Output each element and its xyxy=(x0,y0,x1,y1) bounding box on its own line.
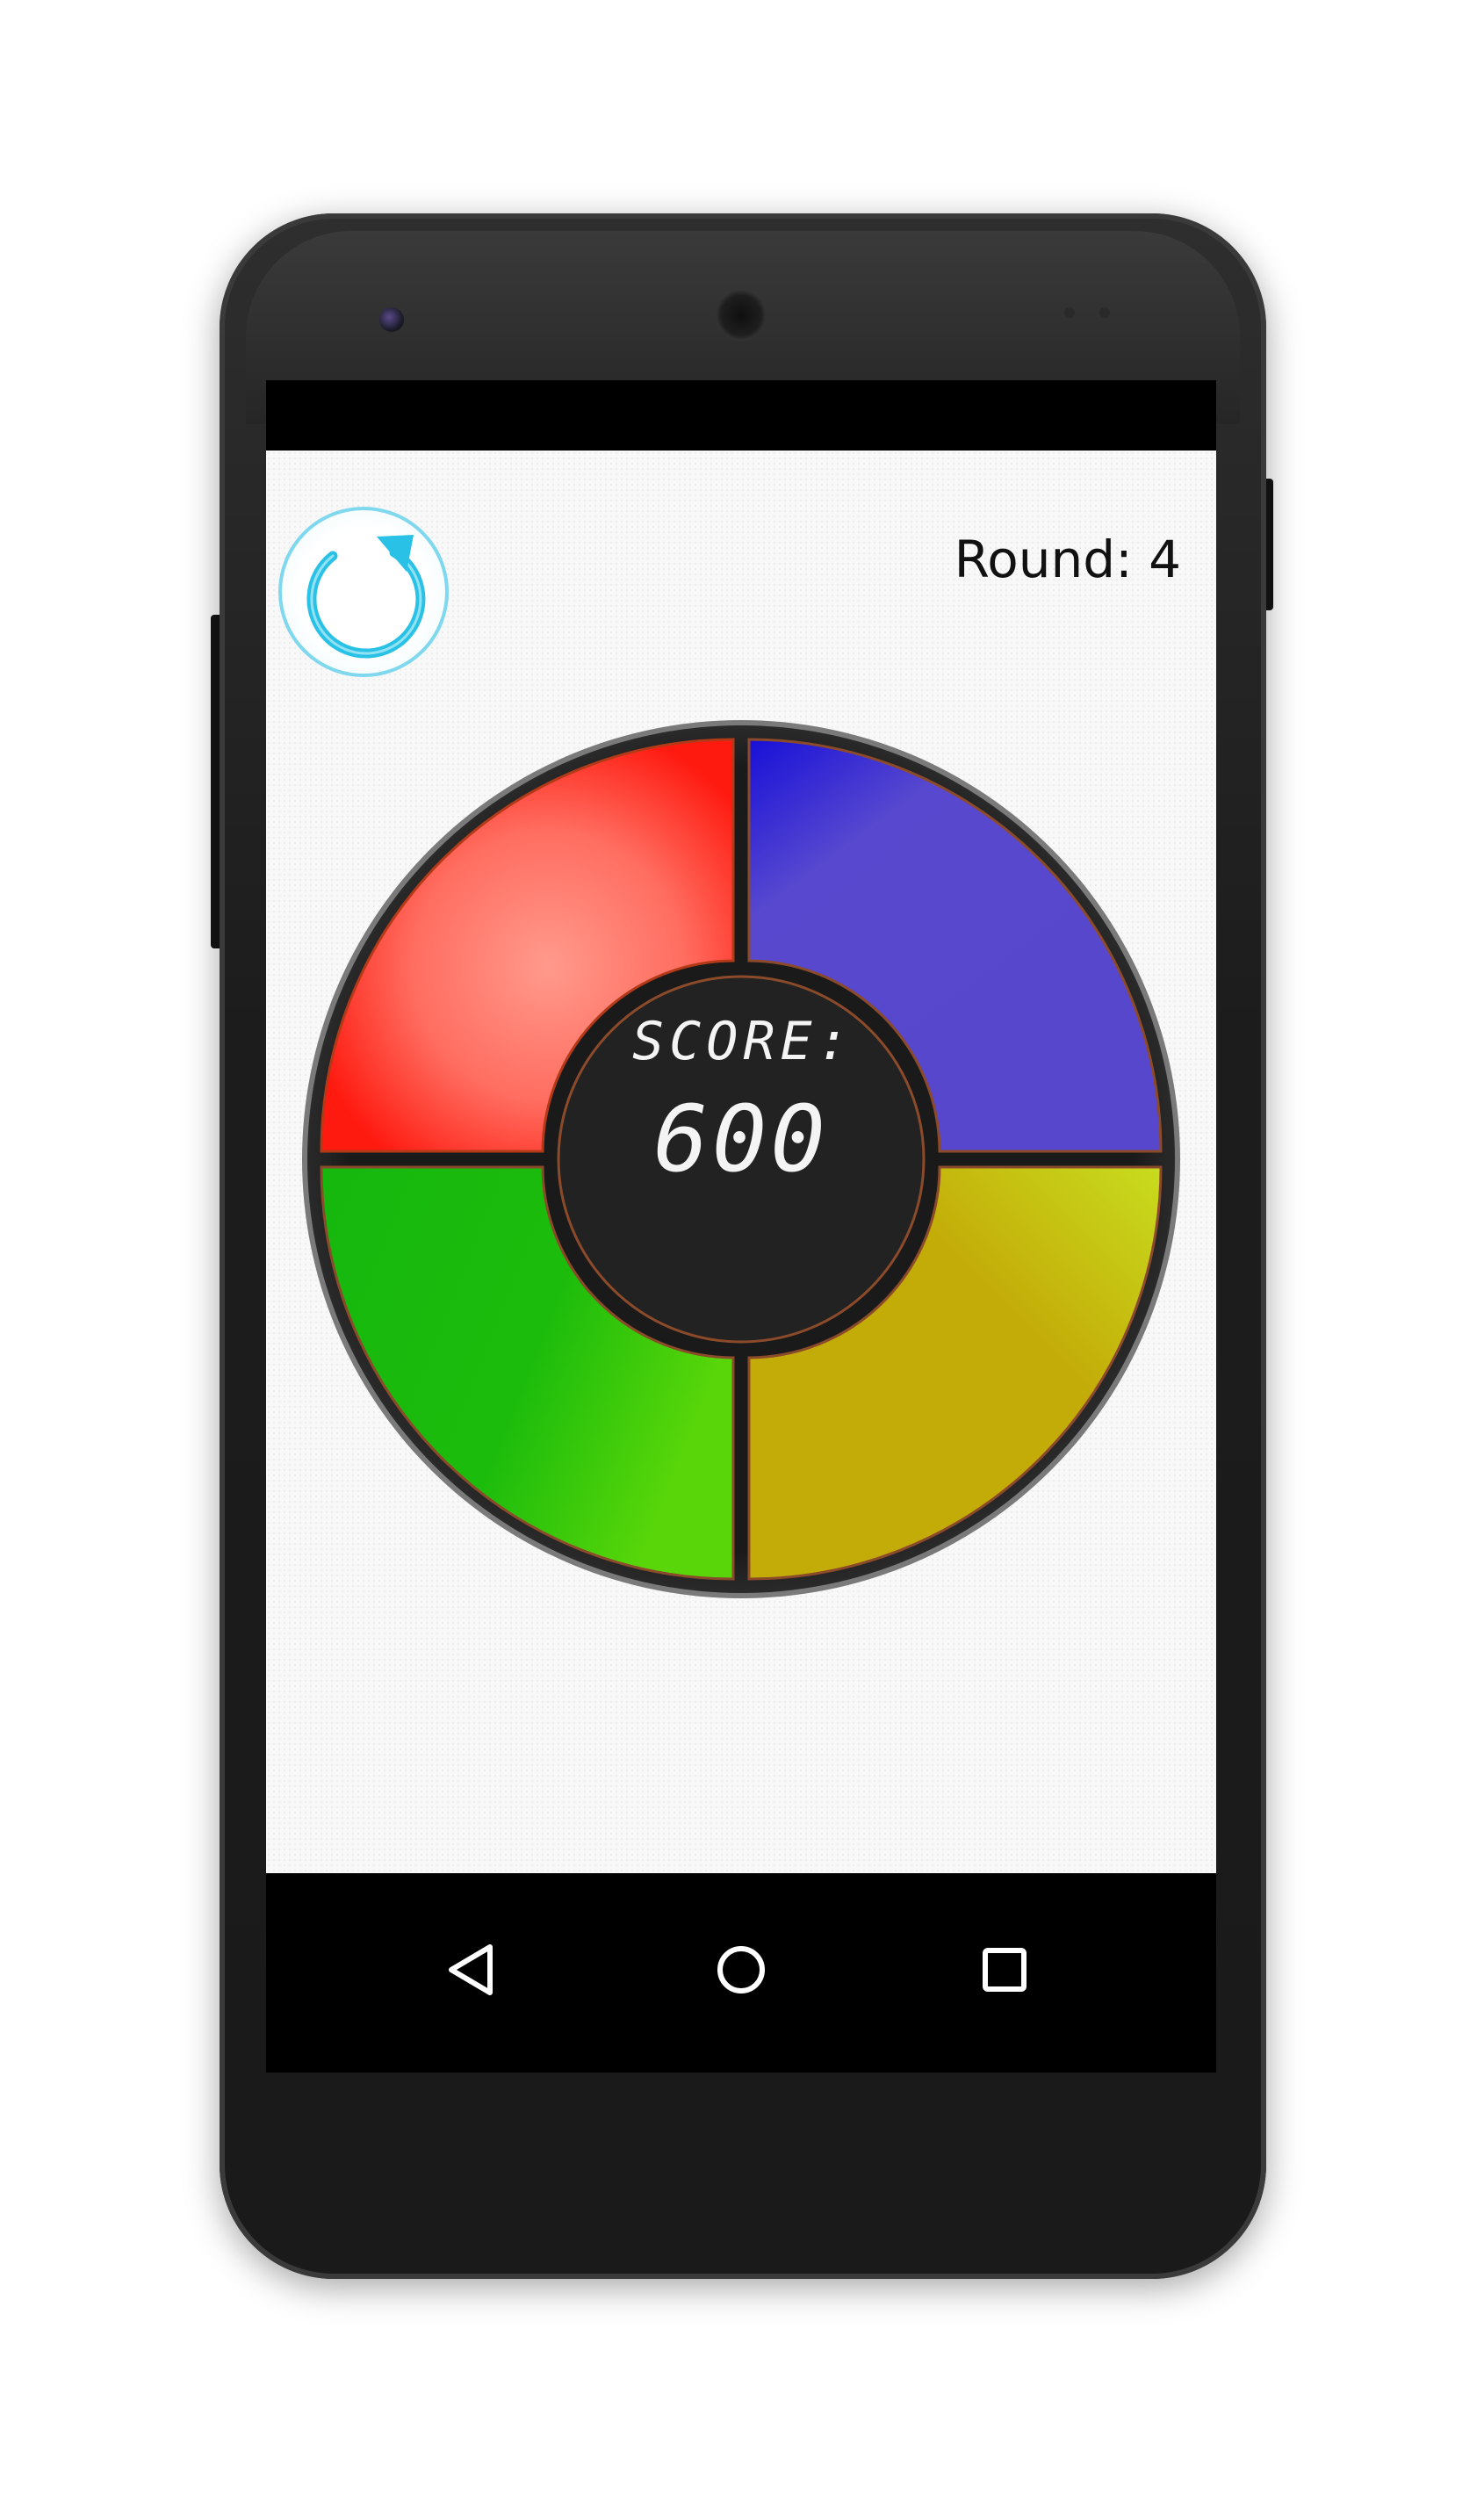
front-camera xyxy=(379,307,404,332)
game-board: SCORE: 600 xyxy=(299,717,1184,1602)
score-value: 600 xyxy=(653,1085,829,1193)
home-circle-icon xyxy=(717,1946,765,1994)
restart-button[interactable] xyxy=(278,507,449,677)
status-bar xyxy=(266,380,1216,451)
recent-apps-square-icon xyxy=(983,1948,1027,1992)
back-button[interactable] xyxy=(429,1926,516,2014)
game-screen: Round: 4 SCORE: 600 xyxy=(266,451,1216,1873)
earpiece-speaker xyxy=(716,290,767,341)
recent-apps-button[interactable] xyxy=(961,1926,1048,2014)
stage: Round: 4 SCORE: 600 xyxy=(0,0,1484,2509)
light-sensor xyxy=(1099,307,1110,318)
restart-icon xyxy=(306,535,426,659)
score-title: SCORE: xyxy=(632,1011,854,1072)
round-label: Round: 4 xyxy=(954,530,1181,589)
proximity-sensor xyxy=(1064,307,1075,318)
back-triangle-icon xyxy=(449,1944,493,1995)
phone-screen: Round: 4 SCORE: 600 xyxy=(266,380,1216,2073)
navigation-bar xyxy=(266,1873,1216,2073)
home-button[interactable] xyxy=(697,1926,785,2014)
